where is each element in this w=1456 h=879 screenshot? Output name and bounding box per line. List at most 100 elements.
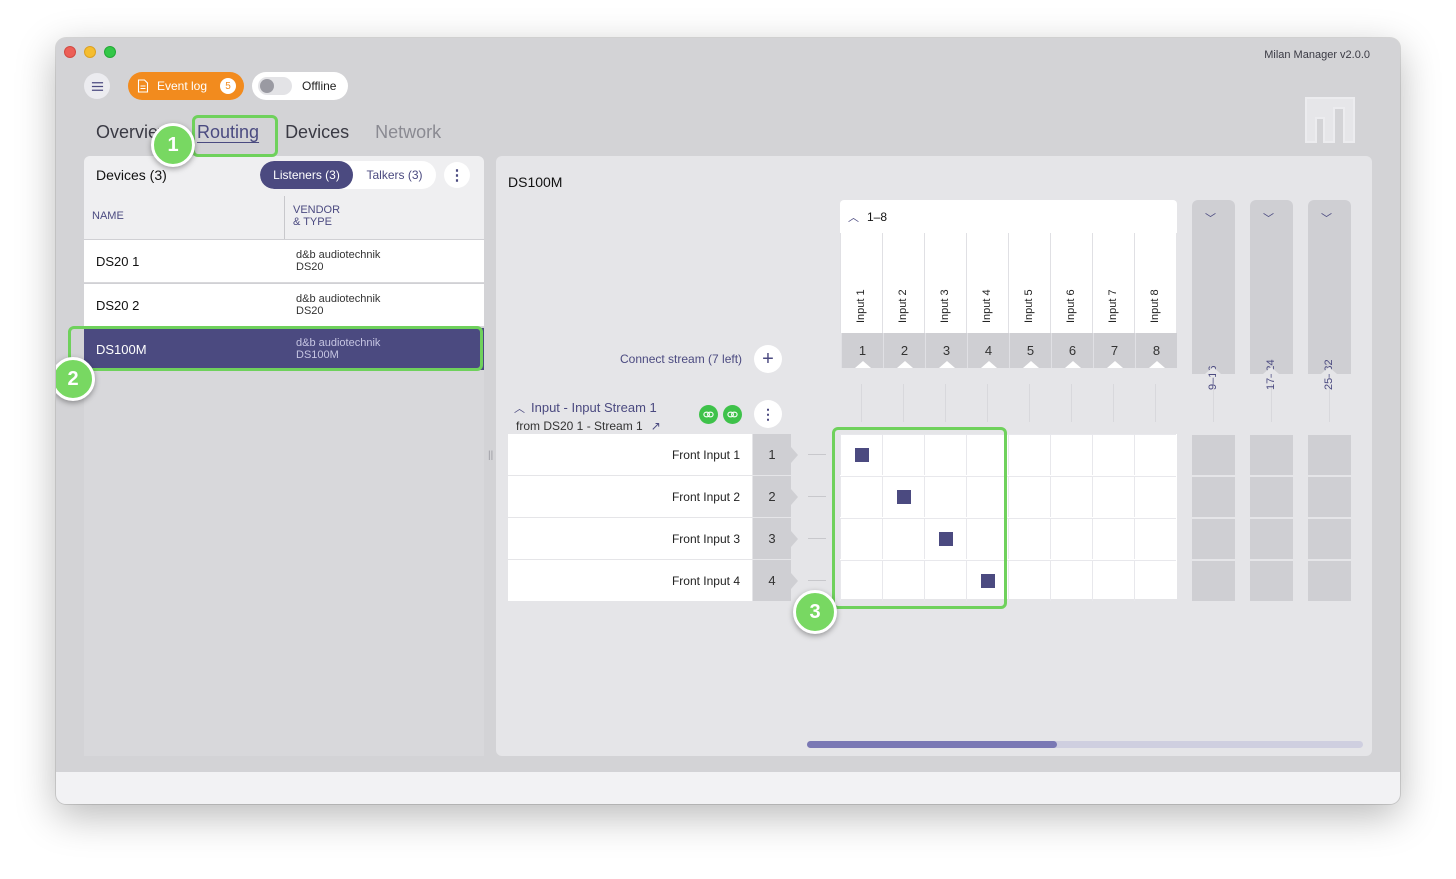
channel-guide-line [1155,384,1156,422]
collapsed-group-cell[interactable] [1250,434,1293,475]
collapsed-group-label: 17–24 [1265,359,1277,390]
connect-stream-link[interactable]: Connect stream (7 left) [620,352,742,366]
channel-label: Input 4 [981,289,993,323]
document-icon [137,79,149,93]
collapsed-channel-group[interactable]: ﹀ 25–32 [1308,200,1351,390]
matrix-cell[interactable] [1008,560,1050,601]
matrix-cell[interactable] [1008,434,1050,475]
maximize-window-button[interactable] [104,46,116,58]
matrix-cell[interactable] [1092,476,1134,517]
minimize-window-button[interactable] [84,46,96,58]
channel-label: Input 1 [855,289,867,323]
device-vendor-name: d&b audiotechnik [296,249,381,261]
devices-panel-header: Devices (3) Listeners (3) Talkers (3) ⋮ [84,156,484,196]
routing-device-title: DS100M [508,174,563,190]
chevron-up-icon: ︿ [514,403,525,415]
stream-channel-number: 4 [753,560,798,601]
stream-channel-number: 3 [753,518,798,559]
channel-group-header[interactable]: ︿ 1–8 [840,200,1177,233]
close-window-button[interactable] [64,46,76,58]
tab-network[interactable]: Network [375,122,441,143]
device-row[interactable]: DS20 2 d&b audiotechnik DS20 [84,283,484,326]
listener-talker-switch: Listeners (3) Talkers (3) [260,161,436,189]
stream-source: from DS20 1 - Stream 1 ↗ [516,419,661,433]
channel-number: 8 [1135,333,1177,368]
tab-devices[interactable]: Devices [285,122,349,143]
device-row[interactable]: DS20 1 d&b audiotechnik DS20 [84,239,484,282]
stream-source-label: from DS20 1 - Stream 1 [516,419,643,433]
matrix-cell[interactable] [1092,434,1134,475]
channel-number: 1 [841,333,883,368]
link-icon[interactable] [723,405,742,424]
collapsed-group-cell[interactable] [1192,518,1235,559]
channel-label: Input 7 [1107,289,1119,323]
channel-label: Input 2 [897,289,909,323]
app-version: Milan Manager v2.0.0 [1264,49,1370,61]
channel-number: 7 [1093,333,1135,368]
chevron-up-icon: ︿ [848,211,859,224]
milan-logo-icon [1305,97,1355,143]
column-header-vendor[interactable]: VENDOR & TYPE [284,196,484,239]
stream-more-button[interactable]: ⋮ [754,400,782,428]
external-link-icon[interactable]: ↗ [651,419,661,433]
matrix-cell[interactable] [1050,560,1092,601]
collapsed-group-cell[interactable] [1308,560,1351,601]
matrix-cell[interactable] [1050,476,1092,517]
channel-column: Input 5 5 [1008,233,1051,368]
annotation-badge: 1 [151,123,195,167]
device-type: DS20 [296,305,324,317]
offline-toggle[interactable]: Offline [252,72,348,100]
matrix-cell[interactable] [1092,518,1134,559]
talkers-segment[interactable]: Talkers (3) [353,161,436,189]
collapsed-group-cell[interactable] [1250,476,1293,517]
collapsed-group-cell[interactable] [1308,476,1351,517]
collapsed-group-cell[interactable] [1192,560,1235,601]
matrix-cell[interactable] [1134,518,1176,559]
channel-number: 2 [883,333,925,368]
collapsed-group-cell[interactable] [1192,434,1235,475]
collapsed-group-cell[interactable] [1308,518,1351,559]
listeners-segment[interactable]: Listeners (3) [260,161,353,189]
panel-resize-handle[interactable]: || [488,450,493,461]
horizontal-scrollbar[interactable] [807,741,1363,748]
stream-channel-label: Front Input 2 [508,476,752,517]
chevron-down-icon: ﹀ [1263,213,1274,225]
column-header-name[interactable]: NAME [84,196,284,239]
collapsed-group-cell[interactable] [1250,518,1293,559]
channel-group-label: 1–8 [867,209,888,224]
device-name: DS20 2 [96,298,140,313]
devices-more-button[interactable]: ⋮ [444,162,470,188]
more-vertical-icon: ⋮ [449,167,465,184]
scrollbar-thumb[interactable] [807,741,1058,748]
row-guide-line [808,454,826,455]
matrix-cell[interactable] [1008,476,1050,517]
stream-title[interactable]: ︿ Input - Input Stream 1 [514,400,657,416]
device-vendor: d&b audiotechnik DS20 [296,249,380,273]
matrix-cell[interactable] [1134,476,1176,517]
collapsed-channel-group[interactable]: ﹀ 9–16 [1192,200,1235,390]
collapsed-group-cell[interactable] [1308,434,1351,475]
matrix-cell[interactable] [1050,434,1092,475]
toggle-switch[interactable] [258,77,292,95]
matrix-cell[interactable] [1092,560,1134,601]
matrix-cell[interactable] [1008,518,1050,559]
chevron-down-icon: ﹀ [1205,213,1216,225]
matrix-cell[interactable] [1134,434,1176,475]
matrix-cell[interactable] [1134,560,1176,601]
collapsed-group-cell[interactable] [1250,560,1293,601]
link-icon[interactable] [699,405,718,424]
collapsed-channel-group[interactable]: ﹀ 17–24 [1250,200,1293,390]
menu-button[interactable] [84,73,110,99]
channel-number: 6 [1051,333,1093,368]
channel-guide-line [903,384,904,422]
collapsed-group-label: 9–16 [1207,365,1219,390]
event-log-button[interactable]: Event log 5 [128,72,244,100]
channel-column: Input 1 1 [840,233,883,368]
matrix-cell[interactable] [1050,518,1092,559]
collapsed-group-cell[interactable] [1192,476,1235,517]
add-stream-button[interactable]: + [754,345,782,373]
channel-column: Input 6 6 [1050,233,1093,368]
stream-title-label: Input - Input Stream 1 [531,400,657,415]
toggle-knob [260,79,274,93]
channel-column: Input 8 8 [1134,233,1177,368]
